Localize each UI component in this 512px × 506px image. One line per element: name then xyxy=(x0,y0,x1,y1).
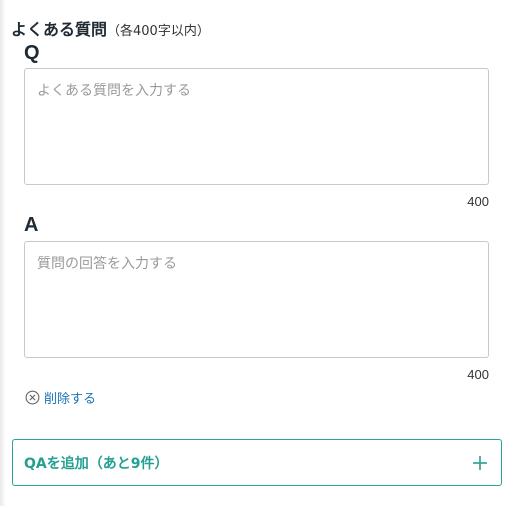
panel-left-shadow xyxy=(0,0,6,506)
circle-x-icon xyxy=(25,390,40,405)
question-textarea[interactable] xyxy=(24,68,489,185)
question-char-counter: 400 xyxy=(467,194,489,209)
faq-section-title: よくある質問（各400字以内） xyxy=(11,16,210,40)
answer-textarea[interactable] xyxy=(24,241,489,358)
plus-icon xyxy=(473,455,487,470)
delete-qa-label: 削除する xyxy=(44,392,97,407)
delete-qa-link[interactable]: 削除する xyxy=(25,388,96,407)
faq-limit-note: （各400字以内） xyxy=(107,24,210,39)
answer-label: A xyxy=(24,214,39,236)
add-qa-label: QAを追加（あと9件） xyxy=(24,455,169,472)
answer-char-counter: 400 xyxy=(467,367,489,382)
add-qa-button[interactable]: QAを追加（あと9件） xyxy=(12,439,502,486)
faq-title-text: よくある質問 xyxy=(11,20,108,39)
question-label: Q xyxy=(24,42,40,64)
